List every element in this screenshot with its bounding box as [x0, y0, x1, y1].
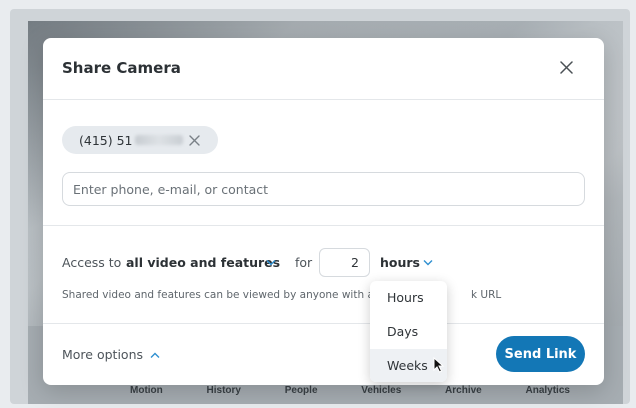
close-icon — [188, 134, 200, 146]
chevron-up-icon — [150, 352, 160, 358]
send-link-button[interactable]: Send Link — [496, 336, 585, 372]
nav-history[interactable]: History — [207, 385, 241, 403]
nav-motion[interactable]: Motion — [130, 385, 163, 403]
duration-unit-select[interactable]: hours — [380, 255, 433, 270]
more-options-toggle[interactable]: More options — [62, 347, 160, 362]
nav-archive[interactable]: Archive — [445, 385, 482, 403]
close-button[interactable] — [557, 58, 575, 76]
close-icon — [559, 60, 573, 74]
access-label: Access to — [62, 255, 122, 270]
recipient-chip-label: (415) 51 — [79, 132, 133, 148]
dropdown-option-days[interactable]: Days — [370, 315, 447, 348]
share-camera-modal: Share Camera (415) 51 Access to all vide… — [43, 38, 604, 385]
dropdown-option-hours[interactable]: Hours — [370, 281, 447, 314]
header-divider — [43, 99, 604, 100]
chevron-down-icon — [266, 260, 276, 266]
camera-bottom-nav: Motion History People Vehicles Archive A… — [130, 385, 570, 403]
nav-people[interactable]: People — [285, 385, 318, 403]
access-scope-value: all video and features — [126, 255, 281, 270]
nav-analytics[interactable]: Analytics — [525, 385, 569, 403]
duration-unit-value: hours — [380, 255, 420, 270]
remove-recipient-button[interactable] — [187, 133, 201, 147]
share-helper-text-end: k URL — [471, 289, 502, 301]
chevron-down-icon — [423, 260, 433, 266]
redacted-number — [134, 135, 183, 145]
duration-input[interactable] — [319, 248, 370, 277]
access-scope-select[interactable]: all video and features — [126, 255, 280, 270]
section-divider — [43, 225, 604, 226]
recipient-chip: (415) 51 — [62, 126, 218, 154]
more-options-label: More options — [62, 347, 143, 362]
nav-vehicles[interactable]: Vehicles — [361, 385, 401, 403]
mouse-pointer-icon — [433, 357, 445, 373]
contact-input[interactable] — [62, 172, 585, 206]
for-label: for — [295, 255, 313, 270]
footer-divider — [43, 323, 604, 324]
modal-title: Share Camera — [62, 59, 181, 77]
share-helper-text: Shared video and features can be viewed … — [62, 289, 374, 301]
